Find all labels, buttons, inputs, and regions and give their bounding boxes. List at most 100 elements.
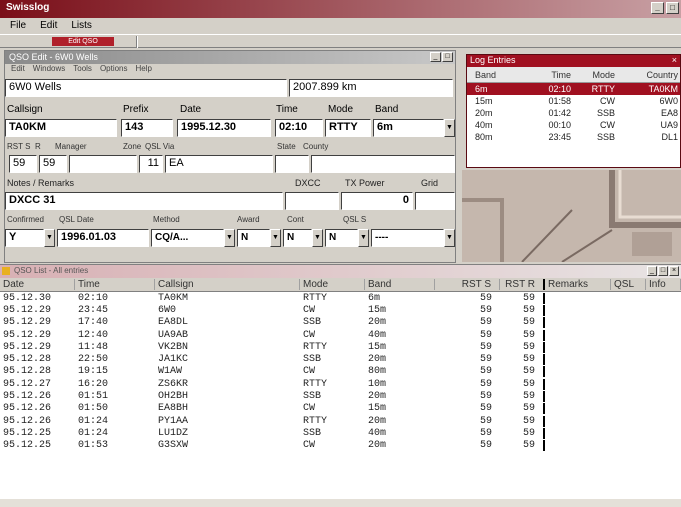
table-cell: 16:20 [78, 378, 109, 390]
maximize-icon[interactable]: □ [442, 52, 453, 62]
toolbar-tab[interactable]: Edit QSO [52, 37, 114, 46]
table-row[interactable]: 95.12.26 01:24 PY1AA RTTY 20m 59 59 [0, 415, 681, 427]
log-header-band[interactable]: Band [467, 70, 517, 80]
table-cell: 59 [479, 292, 492, 304]
county-field[interactable] [311, 155, 455, 173]
col-date[interactable]: Date [0, 279, 75, 290]
table-cell: 95.12.29 [3, 341, 52, 353]
rst-rcvd-field[interactable]: 59 [39, 155, 67, 173]
menu-lists[interactable]: Lists [71, 20, 92, 32]
col-rst-r[interactable]: RST R [500, 279, 545, 290]
table-row[interactable]: 95.12.25 01:53 G3SXW CW 20m 59 59 [0, 440, 681, 452]
table-row[interactable]: 95.12.26 01:51 OH2BH SSB 20m 59 59 [0, 390, 681, 403]
col-callsign[interactable]: Callsign [155, 279, 300, 290]
horizontal-scrollbar[interactable] [0, 499, 681, 507]
distance-field[interactable]: 2007.899 km [289, 79, 453, 97]
callsign-field[interactable]: TA0KM [5, 119, 117, 137]
log-cell: 80m [475, 132, 493, 142]
table-cell: 02:10 [78, 292, 109, 304]
log-header-mode[interactable]: Mode [575, 70, 619, 80]
table-row[interactable]: 95.12.29 17:40 EA8DL SSB 20m 59 59 [0, 317, 681, 329]
chevron-down-icon[interactable]: ▼ [358, 229, 369, 247]
chevron-down-icon[interactable]: ▼ [444, 119, 455, 137]
table-row[interactable]: 95.12.29 23:45 6W0 CW 15m 59 59 [0, 304, 681, 316]
table-cell: 17:40 [78, 317, 109, 329]
chevron-down-icon[interactable]: ▼ [444, 229, 455, 247]
table-row[interactable]: 95.12.26 01:50 EA8BH CW 15m 59 59 [0, 403, 681, 415]
log-row[interactable]: 6m 02:10 RTTY TA0KM [467, 83, 680, 95]
maximize-icon[interactable]: □ [666, 2, 679, 14]
log-header-time[interactable]: Time [517, 70, 575, 80]
table-row[interactable]: 95.12.28 19:15 W1AW CW 80m 59 59 [0, 366, 681, 378]
qsl-date-field[interactable]: 1996.01.03 [57, 229, 149, 247]
station-name-field[interactable]: 6W0 Wells [5, 79, 287, 97]
table-row[interactable]: 95.12.25 01:24 LU1DZ SSB 40m 59 59 [0, 427, 681, 439]
close-icon[interactable]: × [669, 266, 679, 276]
r-combo[interactable]: N ▼ [283, 229, 323, 247]
col-qsl[interactable]: QSL [611, 279, 646, 290]
menu-edit[interactable]: Edit [40, 20, 57, 32]
date-field[interactable]: 1995.12.30 [177, 119, 271, 137]
edit-menu-tools[interactable]: Tools [73, 64, 92, 75]
edit-menu-options[interactable]: Options [100, 64, 128, 75]
zone-field[interactable]: 11 [139, 155, 163, 173]
table-cell: 59 [500, 366, 545, 378]
state-field[interactable] [275, 155, 309, 173]
manager-label: Manager [55, 142, 87, 151]
dxcc-field[interactable] [285, 192, 339, 210]
qsl-s-combo[interactable]: ---- ▼ [371, 229, 455, 247]
log-row[interactable]: 40m 00:10 CW UA9 [467, 119, 680, 131]
log-row[interactable]: 80m 23:45 SSB DL1 [467, 131, 680, 143]
edit-menu-help[interactable]: Help [136, 64, 152, 75]
menu-file[interactable]: File [10, 20, 26, 32]
mode-combo[interactable]: RTTY [325, 119, 371, 137]
table-row[interactable]: 95.12.28 22:50 JA1KC SSB 20m 59 59 [0, 353, 681, 366]
chevron-down-icon[interactable]: ▼ [312, 229, 323, 247]
col-band[interactable]: Band [365, 279, 435, 290]
table-cell: 15m [368, 341, 387, 353]
maximize-icon[interactable]: □ [658, 266, 668, 276]
manager-field[interactable] [69, 155, 137, 173]
edit-menu-edit[interactable]: Edit [11, 64, 25, 75]
minimize-icon[interactable]: _ [430, 52, 441, 62]
minimize-icon[interactable]: _ [647, 266, 657, 276]
grid-field[interactable] [415, 192, 455, 210]
chevron-down-icon[interactable]: ▼ [270, 229, 281, 247]
log-row[interactable]: 20m 01:42 SSB EA8 [467, 107, 680, 119]
confirmed-combo[interactable]: Y ▼ [5, 229, 55, 247]
col-time[interactable]: Time [75, 279, 155, 290]
minimize-icon[interactable]: _ [651, 2, 664, 14]
table-cell: EA8DL [158, 317, 189, 329]
tx-power-field[interactable]: 0 [341, 192, 413, 210]
chevron-down-icon[interactable]: ▼ [224, 229, 235, 247]
col-info[interactable]: Info [646, 279, 681, 290]
table-cell: 59 [479, 366, 492, 378]
col-remarks[interactable]: Remarks [545, 279, 611, 290]
grid-label: Grid [421, 178, 439, 188]
s-combo[interactable]: N ▼ [237, 229, 281, 247]
map-image [462, 170, 681, 262]
edit-menu-windows[interactable]: Windows [33, 64, 65, 75]
table-row[interactable]: 95.12.29 11:48 VK2BN RTTY 15m 59 59 [0, 341, 681, 353]
qsl-via-field[interactable]: EA [165, 155, 273, 173]
band-combo[interactable]: 6m ▼ [373, 119, 455, 137]
prefix-field[interactable]: 143 [121, 119, 173, 137]
col-rst-s[interactable]: RST S [435, 279, 500, 290]
notes-field[interactable]: DXCC 31 [5, 192, 283, 210]
col-mode[interactable]: Mode [300, 279, 365, 290]
close-icon[interactable]: × [672, 55, 677, 65]
log-row[interactable]: 15m 01:58 CW 6W0 [467, 95, 680, 107]
table-row[interactable]: 95.12.30 02:10 TA0KM RTTY 6m 59 59 [0, 292, 681, 304]
rst-sent-field[interactable]: 59 [9, 155, 37, 173]
dxcc-label: DXCC [295, 178, 321, 188]
table-row[interactable]: 95.12.29 12:40 UA9AB CW 40m 59 59 [0, 329, 681, 341]
map-view[interactable] [462, 170, 681, 262]
chevron-down-icon[interactable]: ▼ [44, 229, 55, 247]
edit-window-title: QSO Edit - 6W0 Wells [9, 52, 98, 62]
table-cell: 95.12.30 [3, 292, 52, 304]
time-field[interactable]: 02:10 [275, 119, 323, 137]
cont-combo[interactable]: N ▼ [325, 229, 369, 247]
method-combo[interactable]: CQ/A... ▼ [151, 229, 235, 247]
log-header-country[interactable]: Country [619, 70, 680, 80]
table-row[interactable]: 95.12.27 16:20 ZS6KR RTTY 10m 59 59 [0, 378, 681, 390]
